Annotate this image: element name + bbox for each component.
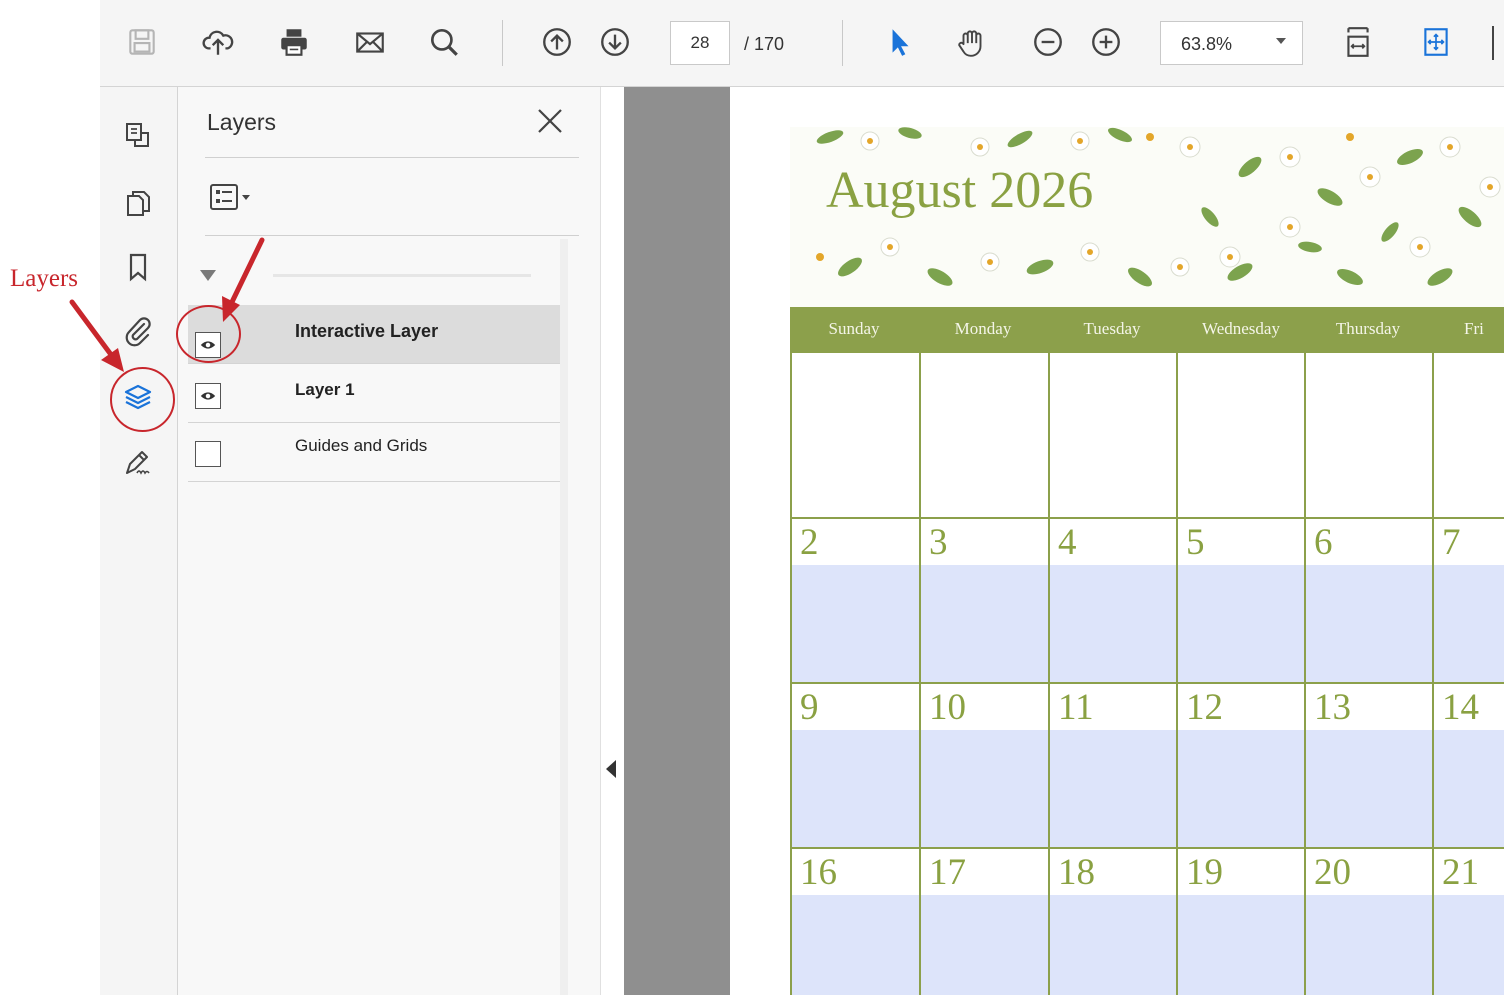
day-number: 21: [1442, 852, 1479, 893]
day-number: 20: [1314, 852, 1351, 893]
calendar-cell: 9: [790, 684, 919, 848]
calendar-cell: 4: [1048, 519, 1177, 683]
calendar-cell: [919, 353, 1048, 518]
day-number: 6: [1314, 522, 1333, 563]
day-number: 3: [929, 522, 948, 563]
day-number: 10: [929, 687, 966, 728]
weekday-label: Sunday: [828, 319, 880, 338]
calendar-cell: 13: [1304, 684, 1433, 848]
day-number: 7: [1442, 522, 1461, 563]
calendar-cell: 14: [1432, 684, 1504, 848]
calendar-cell: 16: [790, 849, 919, 995]
calendar-cell: 7: [1432, 519, 1504, 683]
day-number: 12: [1186, 687, 1223, 728]
calendar-cell: 3: [919, 519, 1048, 683]
search-icon[interactable]: [422, 20, 466, 64]
day-number: 17: [929, 852, 966, 893]
layer-row-guides[interactable]: Guides and Grids: [188, 423, 564, 482]
main-toolbar: / 170 63.8%: [100, 0, 1504, 87]
calendar-cell: 18: [1048, 849, 1177, 995]
calendar-cell: 20: [1304, 849, 1433, 995]
toolbar-divider: [502, 20, 503, 66]
fit-page-icon[interactable]: [1414, 20, 1458, 64]
select-tool-icon[interactable]: [878, 20, 922, 64]
calendar-cell: 12: [1176, 684, 1305, 848]
layer-label: Guides and Grids: [295, 436, 428, 455]
calendar-cell: [1432, 353, 1504, 518]
day-number: 18: [1058, 852, 1095, 893]
zoom-value: 63.8%: [1181, 34, 1233, 54]
layer-label: Layer 1: [295, 380, 355, 399]
calendar-cell: 10: [919, 684, 1048, 848]
calendar-title: August 2026: [826, 162, 1094, 219]
zoom-dropdown[interactable]: 63.8%: [1160, 21, 1303, 65]
calendar-cell: [1304, 353, 1433, 518]
weekday-label: Monday: [954, 319, 1012, 338]
zoom-out-icon[interactable]: [1026, 20, 1070, 64]
panel-scrollbar[interactable]: [560, 239, 568, 995]
calendar-cell: 6: [1304, 519, 1433, 683]
day-number: 11: [1058, 687, 1094, 728]
document-gutter: [624, 87, 730, 995]
calendar-cell: 11: [1048, 684, 1177, 848]
calendar-cell: 17: [919, 849, 1048, 995]
visibility-toggle[interactable]: [195, 441, 221, 467]
calendar-cell: [1176, 353, 1305, 518]
signature-icon[interactable]: [118, 443, 158, 483]
more-tools-icon[interactable]: [1492, 26, 1500, 60]
next-page-icon[interactable]: [593, 20, 637, 64]
arrow-to-visibility-toggle: [229, 237, 265, 305]
day-number: 5: [1186, 522, 1205, 563]
zoom-in-icon[interactable]: [1084, 20, 1128, 64]
day-number: 2: [800, 522, 819, 563]
calendar-cell: 2: [790, 519, 919, 683]
calendar-grid: 2 3 4 5 6 7 9 10 11 12 13 14 16 17 18 19…: [790, 353, 1504, 995]
toolbar-divider: [842, 20, 843, 66]
weekday-label: Tuesday: [1083, 319, 1141, 338]
day-number: 19: [1186, 852, 1223, 893]
day-number: 13: [1314, 687, 1351, 728]
fit-width-icon[interactable]: [1336, 20, 1380, 64]
close-icon[interactable]: [534, 105, 566, 137]
collapse-panel-icon[interactable]: [606, 760, 616, 778]
previous-page-icon[interactable]: [535, 20, 579, 64]
highlight-ring-visibility-toggle: [176, 305, 241, 363]
arrowhead: [101, 348, 124, 372]
day-number: 14: [1442, 687, 1479, 728]
weekday-label: Wednesday: [1202, 319, 1280, 338]
calendar-cell: [1048, 353, 1177, 518]
calendar-cell: 21: [1432, 849, 1504, 995]
page-total: / 170: [744, 34, 785, 54]
annotation-arrows: [69, 237, 265, 372]
day-number: 16: [800, 852, 837, 893]
highlight-ring-layers-icon: [110, 367, 175, 432]
calendar-banner: August 2026: [790, 127, 1504, 307]
calendar-cell: 5: [1176, 519, 1305, 683]
document-node: [273, 274, 531, 277]
chevron-down-icon: [1276, 38, 1286, 44]
weekday-label: Fri: [1464, 319, 1484, 338]
day-number: 9: [800, 687, 819, 728]
email-icon[interactable]: [348, 20, 392, 64]
calendar-cell: 19: [1176, 849, 1305, 995]
page-number-input[interactable]: [670, 21, 730, 65]
arrow-to-layers-icon: [69, 299, 115, 359]
weekday-header: Sunday Monday Tuesday Wednesday Thursday…: [790, 307, 1504, 353]
day-number: 4: [1058, 522, 1077, 563]
hand-tool-icon[interactable]: [950, 20, 994, 64]
weekday-label: Thursday: [1335, 319, 1401, 338]
layer-label: Interactive Layer: [295, 321, 439, 341]
calendar-cell: [790, 353, 919, 518]
